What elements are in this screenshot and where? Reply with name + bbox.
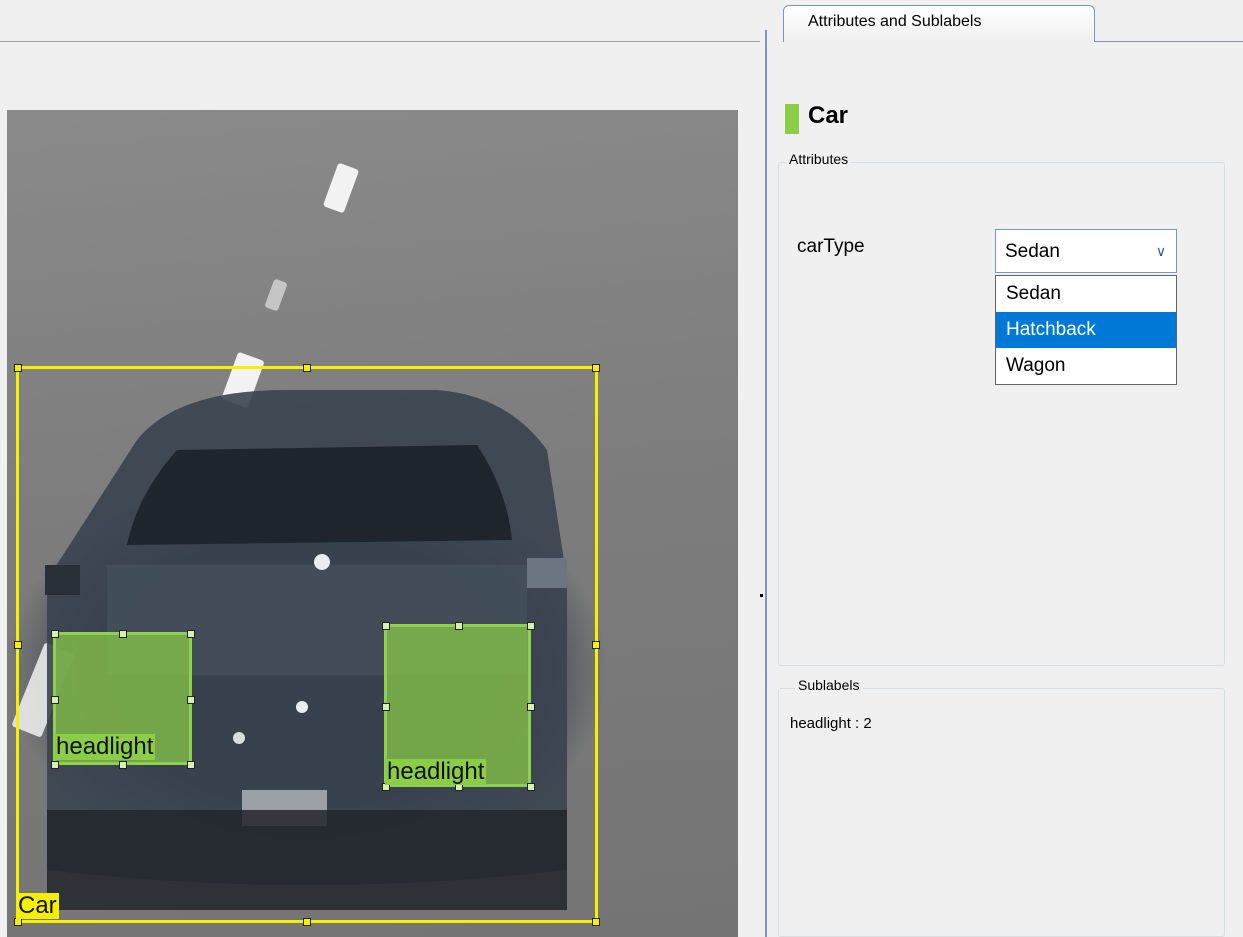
toolbar-divider — [0, 41, 760, 42]
resize-handle[interactable] — [527, 783, 535, 791]
cartype-select[interactable]: Sedan ∨ — [995, 229, 1177, 273]
resize-handle[interactable] — [455, 622, 463, 630]
headlight-box-label: headlight — [54, 733, 156, 760]
resize-handle[interactable] — [303, 364, 311, 372]
resize-handle[interactable] — [592, 641, 600, 649]
resize-handle[interactable] — [527, 703, 535, 711]
resize-handle[interactable] — [187, 761, 195, 769]
resize-handle[interactable] — [14, 364, 22, 372]
dropdown-option-sedan[interactable]: Sedan — [996, 276, 1176, 312]
resize-handle[interactable] — [119, 630, 127, 638]
image-pane: Car headlight headlight — [0, 0, 760, 937]
resize-handle[interactable] — [187, 630, 195, 638]
resize-handle[interactable] — [119, 761, 127, 769]
attributes-group-title: Attributes — [786, 151, 852, 167]
car-box-label: Car — [16, 892, 59, 919]
label-title: Car — [808, 102, 849, 129]
resize-handle[interactable] — [187, 696, 195, 704]
tab-strip-divider — [1095, 41, 1243, 42]
resize-handle[interactable] — [527, 622, 535, 630]
tab-attributes-and-sublabels[interactable]: Attributes and Sublabels — [783, 5, 1095, 42]
dropdown-option-wagon[interactable]: Wagon — [996, 348, 1176, 384]
resize-handle[interactable] — [14, 918, 22, 926]
resize-handle[interactable] — [51, 761, 59, 769]
resize-handle[interactable] — [14, 641, 22, 649]
resize-handle[interactable] — [382, 622, 390, 630]
sublabel-entry[interactable]: headlight : 2 — [790, 715, 872, 732]
resize-handle[interactable] — [592, 364, 600, 372]
resize-handle[interactable] — [303, 918, 311, 926]
chevron-down-icon[interactable]: ∨ — [1146, 230, 1176, 272]
attribute-name-cartype: carType — [797, 236, 865, 257]
resize-handle[interactable] — [382, 703, 390, 711]
headlight-box-label: headlight — [385, 758, 487, 785]
dropdown-option-hatchback[interactable]: Hatchback — [996, 312, 1176, 348]
resize-handle[interactable] — [592, 918, 600, 926]
resize-handle[interactable] — [51, 630, 59, 638]
select-current-value: Sedan — [1005, 241, 1060, 262]
sublabels-group-title: Sublabels — [795, 677, 863, 693]
resize-handle[interactable] — [51, 696, 59, 704]
splitter-grip — [760, 594, 763, 597]
label-color-swatch — [785, 104, 799, 134]
cartype-dropdown-list: Sedan Hatchback Wagon — [995, 275, 1177, 385]
